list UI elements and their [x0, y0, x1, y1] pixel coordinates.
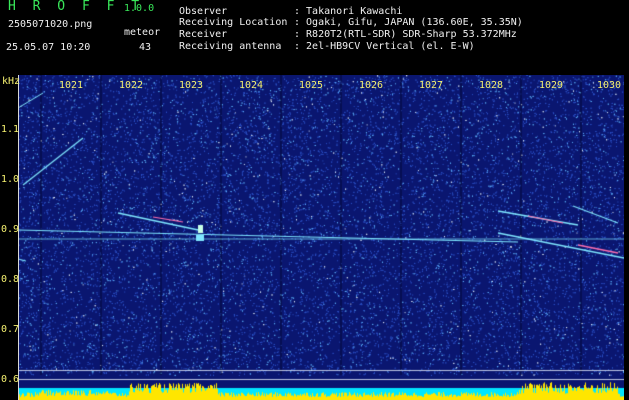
- header-panel: H R O F F T 1.0.0 2505071020.png 25.05.0…: [0, 0, 629, 74]
- observer-label: Observer: [179, 6, 228, 17]
- receiver-label: Receiver: [179, 29, 228, 40]
- x-tick-label: 1028: [479, 80, 504, 91]
- meteor-count: 43: [139, 42, 152, 53]
- x-tick-label: 1026: [359, 80, 384, 91]
- y-tick-label: 0.6: [1, 374, 20, 385]
- y-tick-label: 0.8: [1, 274, 20, 285]
- observer-value: : Takanori Kawachi: [294, 6, 403, 17]
- antenna-value: : 2el-HB9CV Vertical (el. E-W): [294, 41, 475, 52]
- antenna-label: Receiving antenna: [179, 41, 282, 52]
- x-tick-label: 1029: [539, 80, 564, 91]
- x-tick-label: 1022: [119, 80, 144, 91]
- image-filename: 2505071020.png: [8, 19, 93, 30]
- x-tick-label: 1023: [179, 80, 204, 91]
- x-tick-label: 1025: [299, 80, 324, 91]
- x-tick-label: 1021: [59, 80, 84, 91]
- app-version: 1.0.0: [124, 3, 155, 14]
- y-tick-label: 0.7: [1, 324, 20, 335]
- spectrogram-canvas: [18, 75, 624, 400]
- y-axis-unit: kHz: [2, 76, 21, 87]
- y-tick-label: 0.9: [1, 224, 20, 235]
- timestamp: 25.05.07 10:20: [6, 42, 91, 53]
- meteor-label: meteor: [124, 27, 161, 38]
- x-tick-label: 1027: [419, 80, 444, 91]
- x-tick-label: 1030: [597, 80, 622, 91]
- y-tick-label: 1.1: [1, 124, 20, 135]
- x-tick-label: 1024: [239, 80, 264, 91]
- y-tick-label: 1.0: [1, 174, 20, 185]
- receiver-value: : R820T2(RTL-SDR) SDR-Sharp 53.372MHz: [294, 29, 517, 40]
- location-value: : Ogaki, Gifu, JAPAN (136.60E, 35.35N): [294, 17, 523, 28]
- location-label: Receiving Location: [179, 17, 288, 28]
